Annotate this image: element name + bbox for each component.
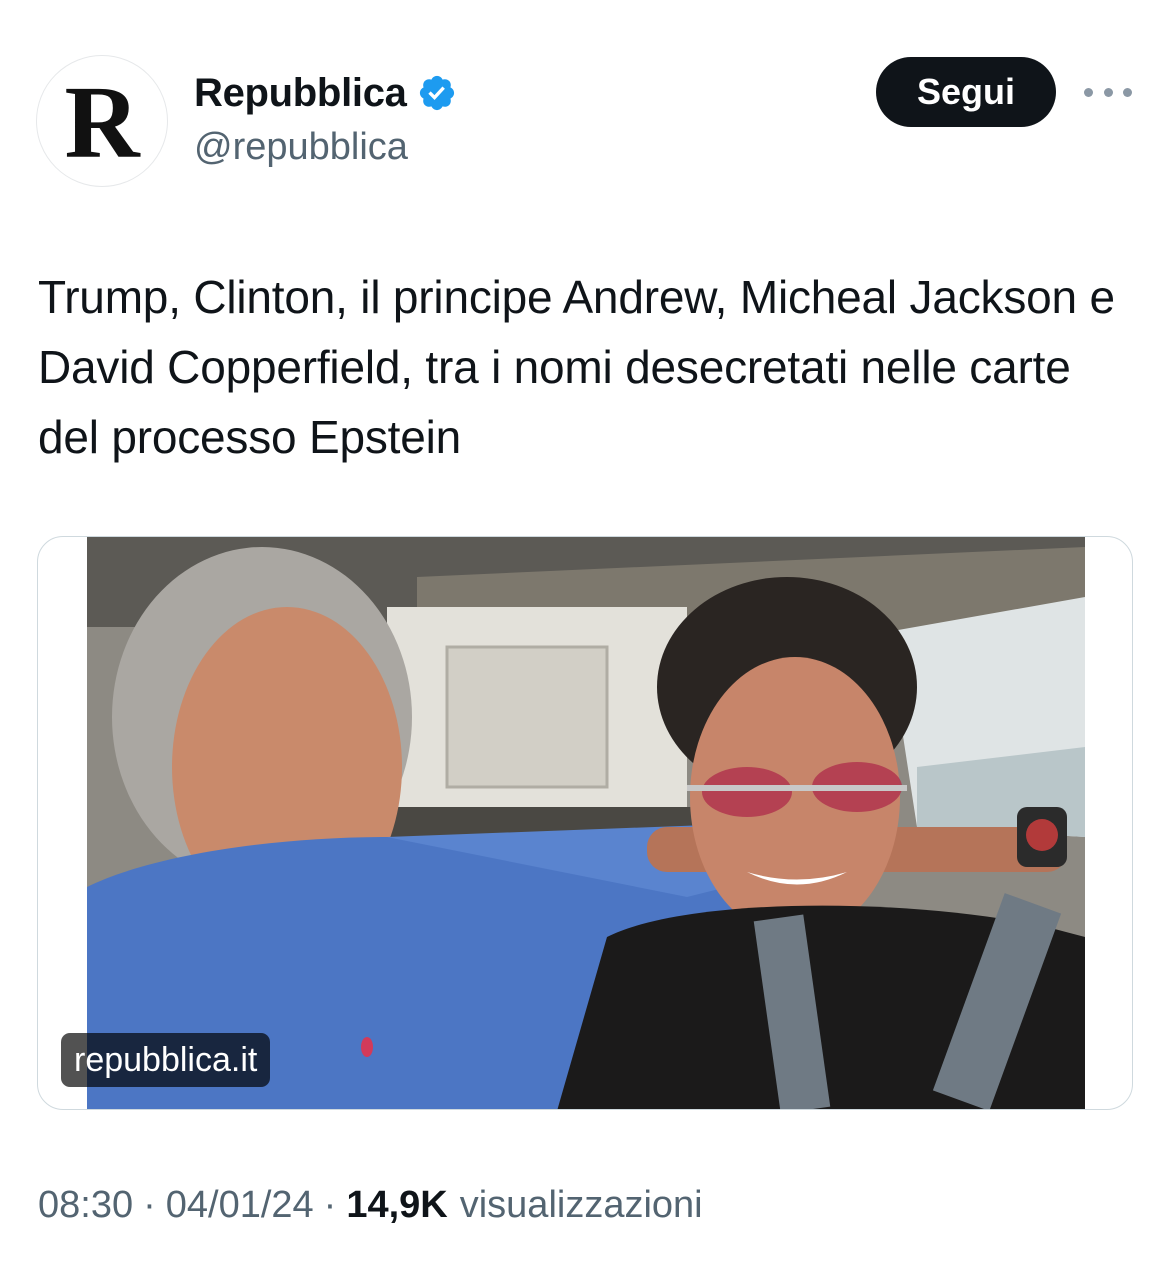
dot xyxy=(1123,87,1132,97)
media-card[interactable]: repubblica.it xyxy=(37,536,1133,1110)
avatar[interactable]: R xyxy=(36,55,168,187)
article-photo[interactable] xyxy=(87,537,1085,1110)
timestamp-time[interactable]: 08:30 xyxy=(38,1184,133,1227)
dot xyxy=(1084,87,1093,97)
link-badge[interactable]: repubblica.it xyxy=(61,1033,271,1087)
follow-button[interactable]: Segui xyxy=(876,57,1056,127)
dot xyxy=(1103,87,1113,97)
avatar-logo-letter: R xyxy=(64,65,140,180)
separator: · xyxy=(323,1184,337,1226)
more-options-icon[interactable] xyxy=(1084,80,1132,104)
tweet-meta: 08:30 · 04/01/24 · 14,9K visualizzazioni xyxy=(38,1184,703,1227)
display-name[interactable]: Repubblica xyxy=(194,71,407,116)
views-label[interactable]: visualizzazioni xyxy=(460,1184,703,1227)
timestamp-date[interactable]: 04/01/24 xyxy=(166,1184,314,1227)
separator: · xyxy=(143,1184,156,1226)
views-count[interactable]: 14,9K xyxy=(346,1184,447,1227)
tweet-text: Trump, Clinton, il principe Andrew, Mich… xyxy=(38,271,1115,463)
name-row: Repubblica xyxy=(194,68,457,118)
verified-badge-icon xyxy=(419,75,454,111)
handle[interactable]: @repubblica xyxy=(194,126,408,169)
